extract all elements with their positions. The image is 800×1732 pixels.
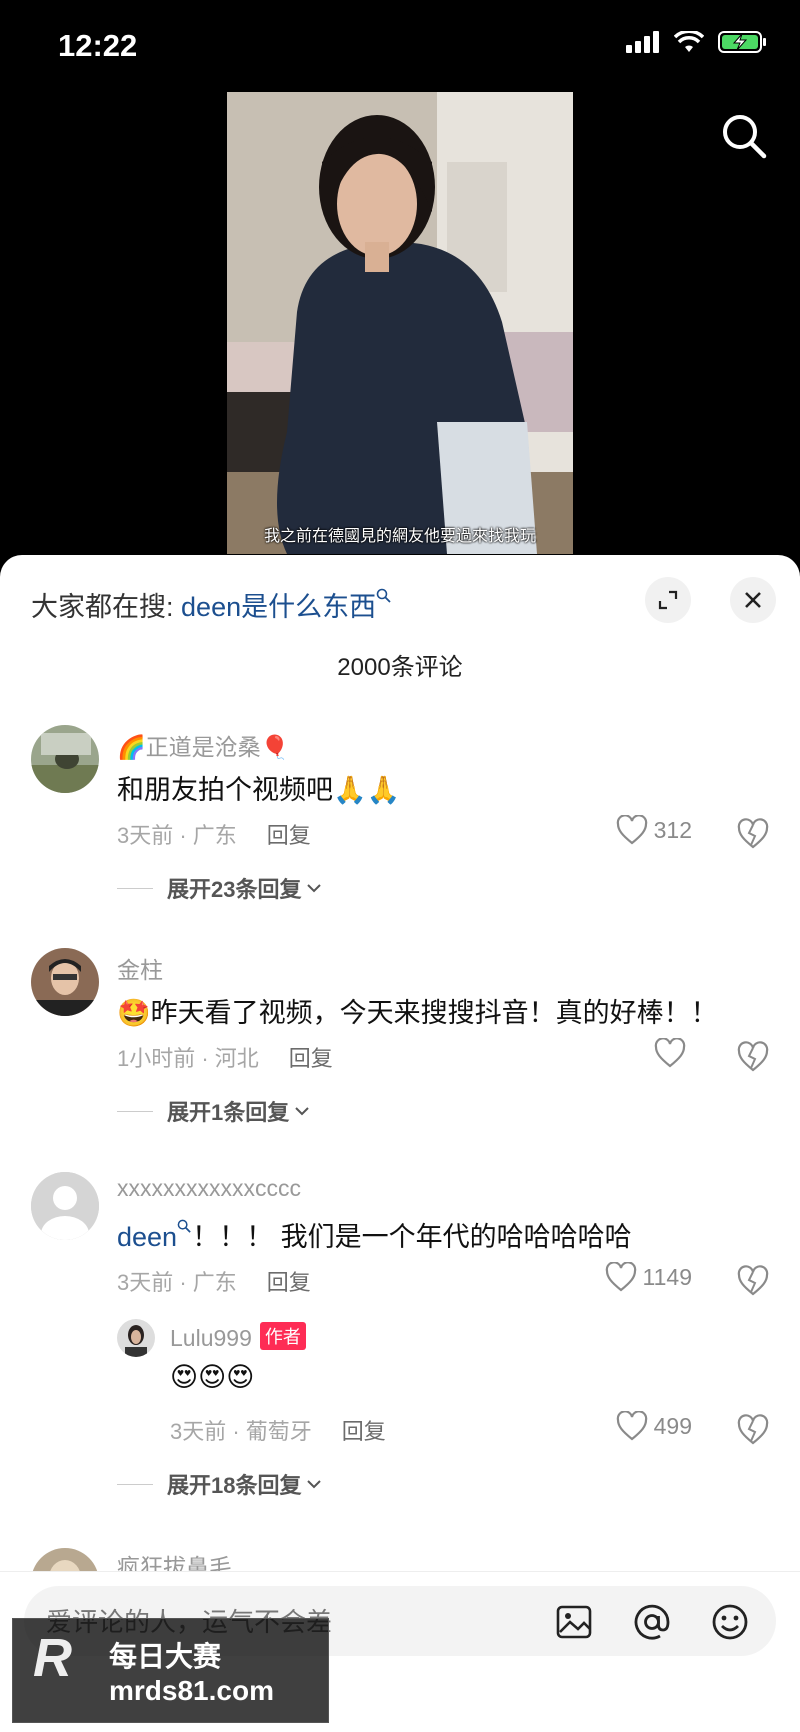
comment-count: 2000条评论 (337, 654, 463, 681)
reply-time-location: 3天前 · 葡萄牙 (170, 1419, 312, 1444)
broken-heart-icon[interactable] (736, 1414, 770, 1446)
reply-username-text: Lulu999 (170, 1325, 252, 1351)
reply-text: 😍😍😍 (170, 1362, 255, 1392)
like-count: 1149 (642, 1263, 692, 1290)
signal-icon (626, 31, 659, 53)
comment-meta: 3天前 · 广东 回复 (117, 818, 311, 850)
video-subtitle: 我之前在德國見的網友他要過來找我玩 (263, 528, 536, 545)
emoji-icon[interactable] (710, 1602, 750, 1642)
broken-heart-icon[interactable] (736, 1265, 770, 1297)
avatar[interactable] (31, 948, 99, 1016)
image-icon[interactable] (554, 1602, 594, 1642)
search-term[interactable]: deen是什么东西 (181, 592, 376, 622)
expand-replies-label: 展开23条回复 (167, 877, 302, 902)
close-icon (745, 592, 761, 608)
comment-meta: 1小时前 · 河北 回复 (117, 1041, 333, 1073)
like-button[interactable]: 312 (616, 815, 692, 845)
small-search-icon (177, 1219, 191, 1233)
broken-heart-icon[interactable] (736, 1041, 770, 1073)
comment-text: 🤩昨天看了视频，今天来搜搜抖音！真的好棒！！ (117, 998, 718, 1028)
chevron-down-icon (295, 1107, 309, 1116)
reply-username[interactable]: Lulu999 作者 (170, 1322, 306, 1352)
search-prefix: 大家都在搜: (31, 592, 174, 622)
video-frame (227, 92, 573, 554)
close-button[interactable] (730, 577, 776, 623)
like-button[interactable] (654, 1038, 692, 1068)
broken-heart-icon[interactable] (736, 818, 770, 850)
reply-button[interactable]: 回复 (289, 1046, 333, 1071)
author-badge: 作者 (259, 1322, 306, 1350)
comment-username[interactable]: 金柱 (117, 951, 163, 985)
expand-icon (658, 590, 678, 610)
divider (117, 1483, 153, 1485)
status-bar: 12:22 (0, 0, 800, 92)
avatar[interactable] (31, 725, 99, 793)
comment-time-location: 3天前 · 广东 (117, 823, 237, 848)
reply-button[interactable]: 回复 (342, 1419, 386, 1444)
battery-icon (718, 31, 766, 53)
comment-meta: 3天前 · 广东 回复 (117, 1265, 311, 1297)
comment-username[interactable]: 🌈正道是沧桑🎈 (117, 728, 289, 762)
divider (117, 1110, 153, 1112)
wifi-icon (674, 31, 704, 52)
heart-icon (654, 1038, 686, 1068)
expand-replies-button[interactable]: 展开18条回复 (117, 1468, 323, 1500)
like-button[interactable]: 499 (616, 1411, 692, 1441)
heart-icon (605, 1262, 636, 1292)
watermark-logo: R (33, 1628, 72, 1688)
expand-replies-label: 展开18条回复 (167, 1473, 302, 1498)
chevron-down-icon (307, 1480, 322, 1489)
at-icon[interactable] (632, 1602, 672, 1642)
search-link[interactable]: deen (117, 1222, 177, 1252)
heart-icon (616, 815, 647, 845)
comment-text: 和朋友拍个视频吧🙏🙏 (117, 775, 401, 805)
comment-sheet: 大家都在搜: deen是什么东西 2000条评论 🌈正道是沧桑🎈 和朋友拍个视频… (0, 555, 800, 1731)
expand-replies-button[interactable]: 展开23条回复 (117, 872, 323, 904)
watermark: R 每日大赛 mrds81.com (12, 1618, 329, 1723)
search-suggestion[interactable]: 大家都在搜: deen是什么东西 (31, 585, 392, 624)
comment-time-location: 1小时前 · 河北 (117, 1046, 259, 1071)
expand-button[interactable] (645, 577, 691, 623)
divider (117, 887, 153, 889)
search-icon[interactable] (718, 110, 770, 162)
status-icons (626, 30, 768, 54)
avatar[interactable] (31, 1172, 99, 1240)
comment-body: ！！！ 我们是一个年代的哈哈哈哈哈 (192, 1222, 632, 1252)
small-search-icon (376, 588, 391, 603)
watermark-url: mrds81.com (109, 1675, 274, 1706)
heart-icon (616, 1411, 647, 1441)
watermark-title: 每日大赛 (109, 1641, 222, 1672)
like-count: 312 (653, 816, 692, 843)
expand-replies-button[interactable]: 展开1条回复 (117, 1095, 311, 1127)
status-time: 12:22 (58, 28, 138, 63)
comment-username[interactable]: xxxxxxxxxxxxcccc (117, 1175, 301, 1202)
reply-avatar[interactable] (117, 1319, 155, 1357)
comment-time-location: 3天前 · 广东 (117, 1270, 237, 1295)
like-button[interactable]: 1149 (605, 1262, 692, 1292)
video-player[interactable]: 我之前在德國見的網友他要過來找我玩 (227, 92, 573, 554)
comment-text: deen ！！！ 我们是一个年代的哈哈哈哈哈 (117, 1215, 632, 1254)
reply-button[interactable]: 回复 (267, 823, 311, 848)
reply-meta: 3天前 · 葡萄牙 回复 (170, 1414, 386, 1446)
reply-button[interactable]: 回复 (267, 1270, 311, 1295)
expand-replies-label: 展开1条回复 (167, 1100, 290, 1125)
like-count: 499 (653, 1412, 692, 1439)
chevron-down-icon (307, 884, 322, 893)
